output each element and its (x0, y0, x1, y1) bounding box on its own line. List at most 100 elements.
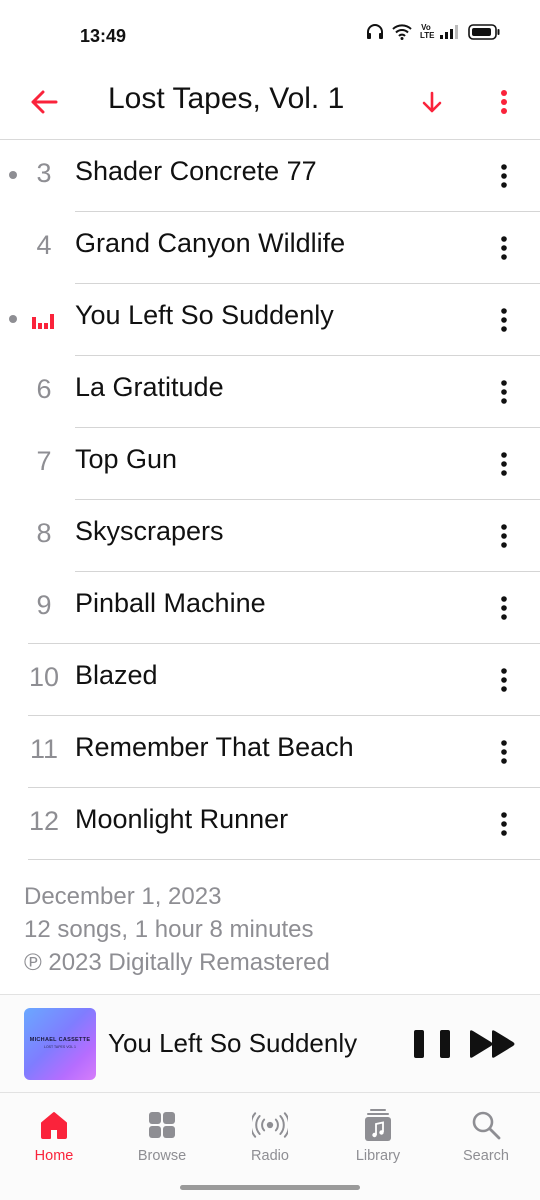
track-title: Moonlight Runner (75, 804, 289, 834)
track-row[interactable]: 4 Grand Canyon Wildlife (0, 212, 540, 284)
now-playing-artwork: MICHAEL CASSETTE LOST TAPES VOL 1 (24, 1008, 96, 1080)
pause-icon-bar (440, 1030, 450, 1058)
recently-added-dot (9, 171, 17, 179)
headphones-icon (367, 24, 383, 39)
vertical-ellipsis-icon (501, 236, 507, 260)
album-header: Lost Tapes, Vol. 1 (0, 70, 540, 140)
arrow-left-icon (31, 90, 58, 114)
track-more-button[interactable] (490, 662, 518, 698)
track-more-button[interactable] (490, 590, 518, 626)
track-more-button[interactable] (490, 230, 518, 266)
track-number: 8 (36, 518, 52, 548)
row-divider (28, 859, 540, 860)
tab-home[interactable]: Home (9, 1105, 99, 1175)
tab-label: Browse (137, 1148, 187, 1164)
tab-search[interactable]: Search (441, 1105, 531, 1175)
status-icons: Vo LTE (366, 24, 500, 40)
track-number: 9 (36, 590, 52, 620)
mini-player[interactable]: MICHAEL CASSETTE LOST TAPES VOL 1 You Le… (0, 994, 540, 1092)
track-title: Grand Canyon Wildlife (75, 228, 346, 258)
track-list: 3 Shader Concrete 77 4 Grand Canyon Wildlif… (0, 140, 540, 860)
now-playing-title: You Left So Suddenly (108, 1028, 358, 1058)
tab-bar: Home Browse Radio Library Search (0, 1092, 540, 1200)
track-more-button[interactable] (490, 806, 518, 842)
back-button[interactable] (26, 84, 62, 120)
vertical-ellipsis-icon (501, 164, 507, 188)
library-icon (360, 1107, 396, 1143)
track-more-button[interactable] (490, 302, 518, 338)
album-more-button[interactable] (490, 84, 518, 120)
track-number: 7 (36, 446, 52, 476)
track-title: La Gratitude (75, 372, 224, 402)
track-more-button[interactable] (490, 518, 518, 554)
album-info: December 1, 2023 12 songs, 1 hour 8 minu… (24, 880, 330, 979)
track-number: 4 (36, 230, 52, 260)
tab-label: Radio (251, 1148, 289, 1164)
now-playing-equalizer-icon (32, 314, 54, 329)
track-title: Top Gun (75, 444, 178, 474)
track-number: 11 (29, 734, 59, 764)
signal-icon (440, 25, 458, 39)
album-title: Lost Tapes, Vol. 1 (108, 82, 345, 115)
radio-icon (252, 1107, 288, 1143)
volte-indicator: Vo LTE (420, 23, 435, 40)
battery-icon (468, 24, 500, 40)
vertical-ellipsis-icon (501, 668, 507, 692)
download-button[interactable] (417, 86, 447, 118)
track-row[interactable]: 8 Skyscrapers (0, 500, 540, 572)
tab-library[interactable]: Library (333, 1105, 423, 1175)
track-row[interactable]: 12 Moonlight Runner (0, 788, 540, 860)
home-indicator (180, 1185, 360, 1190)
vertical-ellipsis-icon (501, 740, 507, 764)
track-row[interactable]: 11 Remember That Beach (0, 716, 540, 788)
track-number: 12 (28, 806, 60, 836)
track-number: 6 (36, 374, 52, 404)
vertical-ellipsis-icon (501, 524, 507, 548)
home-icon (36, 1107, 72, 1143)
forward-icon[interactable] (468, 1029, 518, 1059)
track-more-button[interactable] (490, 734, 518, 770)
recently-added-dot (9, 315, 17, 323)
track-more-button[interactable] (490, 446, 518, 482)
pause-icon (414, 1030, 424, 1058)
status-time: 13:49 (80, 26, 127, 46)
vertical-ellipsis-icon (501, 596, 507, 620)
track-title: You Left So Suddenly (75, 300, 334, 330)
track-row[interactable]: You Left So Suddenly (0, 284, 540, 356)
track-more-button[interactable] (490, 158, 518, 194)
track-more-button[interactable] (490, 374, 518, 410)
artwork-subtitle: LOST TAPES VOL 1 (44, 1045, 76, 1049)
album-summary: 12 songs, 1 hour 8 minutes (24, 916, 314, 943)
artwork-title: MICHAEL CASSETTE (29, 1037, 91, 1043)
wifi-icon (392, 24, 412, 40)
vertical-ellipsis-icon (501, 380, 507, 404)
release-date: December 1, 2023 (24, 883, 222, 910)
pause-button[interactable] (414, 1027, 450, 1061)
browse-grid-icon (144, 1107, 180, 1143)
track-row[interactable]: 3 Shader Concrete 77 (0, 140, 540, 212)
track-row[interactable]: 6 La Gratitude (0, 356, 540, 428)
vertical-ellipsis-icon (501, 308, 507, 332)
vertical-ellipsis-icon (501, 452, 507, 476)
track-title: Shader Concrete 77 (75, 156, 317, 186)
vertical-ellipsis-icon (501, 812, 507, 836)
track-row[interactable]: 9 Pinball Machine (0, 572, 540, 644)
track-row[interactable]: 10 Blazed (0, 644, 540, 716)
tab-browse[interactable]: Browse (117, 1105, 207, 1175)
track-title: Pinball Machine (75, 588, 266, 618)
arrow-down-icon (422, 91, 442, 113)
track-number: 10 (28, 662, 60, 692)
tab-label: Search (463, 1148, 509, 1164)
tab-radio[interactable]: Radio (225, 1105, 315, 1175)
tab-label: Home (34, 1148, 74, 1164)
track-number: 3 (36, 158, 52, 188)
track-title: Blazed (75, 660, 158, 690)
track-row[interactable]: 7 Top Gun (0, 428, 540, 500)
status-bar: 13:49 Vo LTE (0, 0, 540, 70)
search-icon (468, 1107, 504, 1143)
track-title: Skyscrapers (75, 516, 224, 546)
tab-label: Library (355, 1148, 401, 1164)
copyright-text: ℗ 2023 Digitally Remastered (24, 949, 330, 976)
track-title: Remember That Beach (75, 732, 354, 762)
vertical-ellipsis-icon (501, 90, 507, 114)
